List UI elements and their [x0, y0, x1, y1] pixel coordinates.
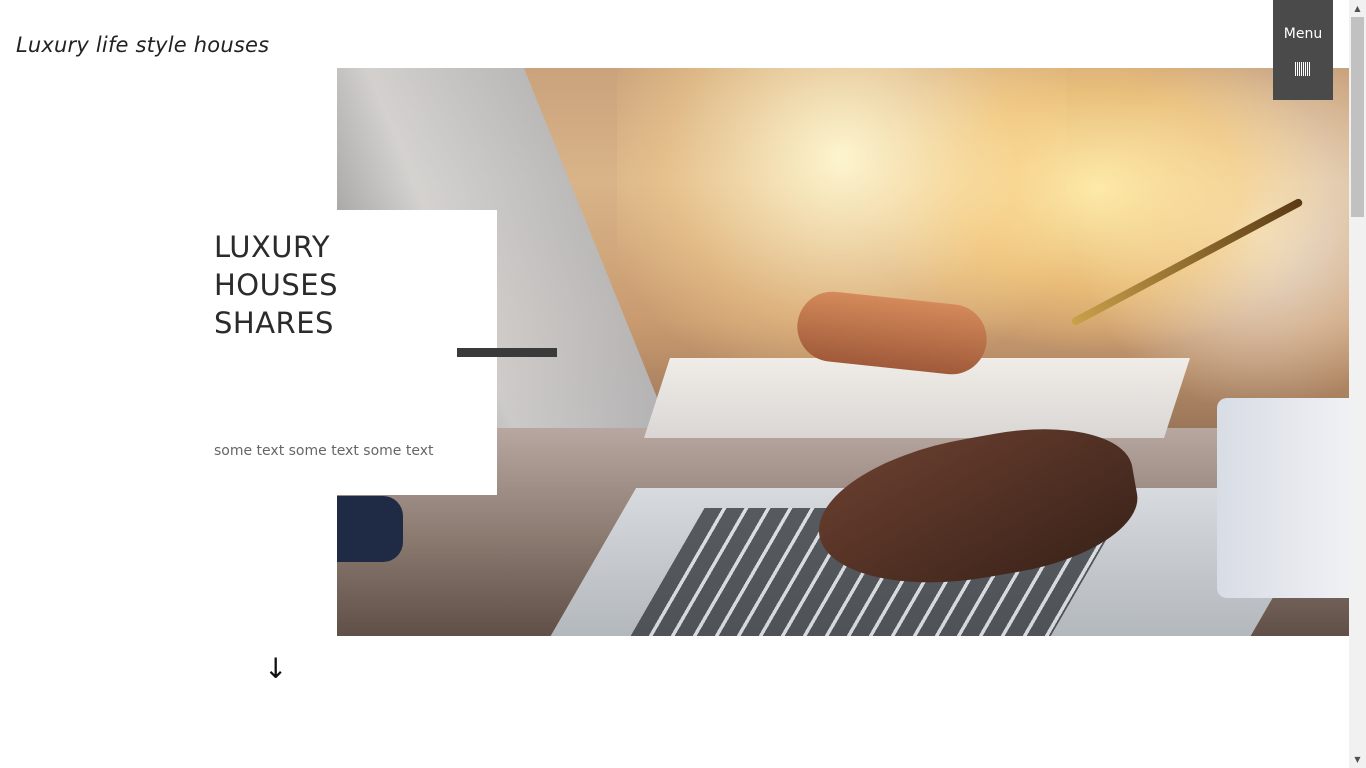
- hero-headline-line-1: LUXURY: [214, 230, 331, 264]
- arrow-down-icon[interactable]: ↓: [264, 652, 287, 686]
- mug: [337, 496, 403, 562]
- pen: [1070, 197, 1304, 327]
- site-title[interactable]: Luxury life style houses: [16, 33, 269, 57]
- scroll-down-icon[interactable]: ▼: [1349, 751, 1366, 768]
- menu-label: Menu: [1283, 26, 1323, 42]
- hero-subtext: some text some text some text: [214, 443, 434, 459]
- accent-bar: [457, 348, 557, 357]
- hero-card: LUXURY HOUSES SHARES some text some text…: [190, 210, 497, 495]
- hero-headline: LUXURY HOUSES SHARES: [214, 228, 338, 342]
- menu-button[interactable]: Menu: [1273, 0, 1333, 100]
- scrollbar-thumb[interactable]: [1351, 17, 1364, 217]
- barcode-menu-icon: [1295, 62, 1311, 76]
- hero-headline-line-3: SHARES: [214, 306, 334, 340]
- hero-headline-line-2: HOUSES: [214, 268, 338, 302]
- scroll-up-icon[interactable]: ▲: [1349, 0, 1366, 17]
- vertical-scrollbar[interactable]: ▲ ▼: [1349, 0, 1366, 768]
- shirt-sleeve: [1217, 398, 1349, 598]
